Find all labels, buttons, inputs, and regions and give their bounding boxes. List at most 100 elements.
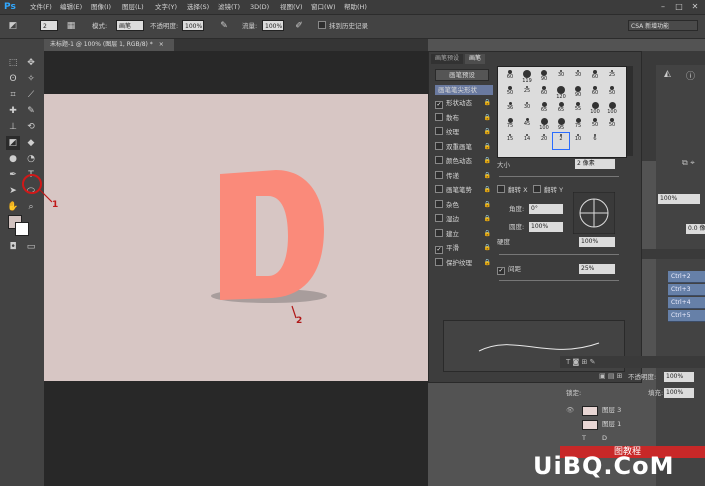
flip-x-checkbox[interactable]	[497, 185, 505, 193]
brush-tip[interactable]: 50	[604, 117, 620, 133]
lock-icon[interactable]: 🔒	[484, 127, 491, 137]
panel-footer-icons[interactable]: ▣ ▤ ⊞	[599, 372, 623, 380]
brush-option-item[interactable]: ✓ 平滑 🔒	[435, 243, 491, 254]
brush-tip[interactable]: 90	[570, 85, 586, 101]
flip-y-checkbox[interactable]	[533, 185, 541, 193]
lock-icon[interactable]: 🔒	[484, 258, 491, 268]
brush-option-checkbox[interactable]	[435, 156, 443, 164]
brush-tip[interactable]: 36	[502, 101, 518, 117]
brush-tip[interactable]: 30	[570, 69, 586, 85]
brush-tip[interactable]: 14	[519, 133, 535, 149]
brush-tip[interactable]: 75	[570, 117, 586, 133]
brush-tip[interactable]: 60	[536, 85, 552, 101]
brush-option-checkbox[interactable]: ✓	[435, 101, 443, 109]
histogram-icon[interactable]: ◭	[664, 69, 671, 79]
hardness-slider[interactable]	[499, 254, 619, 255]
brush-tip[interactable]: 60	[502, 69, 518, 85]
size-field[interactable]: 2 像素	[575, 159, 615, 169]
brush-tip[interactable]: 90	[536, 69, 552, 85]
layer-row[interactable]: T D	[560, 432, 705, 444]
brush-tip[interactable]: 95	[553, 117, 569, 133]
brush-tip[interactable]: 60	[587, 69, 603, 85]
brush-tip[interactable]: 25	[519, 85, 535, 101]
angle-field[interactable]: 0°	[529, 204, 563, 214]
brush-tip[interactable]: 119	[519, 69, 535, 85]
brush-tip[interactable]: 30	[553, 69, 569, 85]
brush-option-checkbox[interactable]	[435, 199, 443, 208]
roundness-field[interactable]: 100%	[529, 222, 563, 232]
lock-icon[interactable]: 🔒	[484, 98, 491, 108]
eye-icon[interactable]: 👁	[566, 404, 574, 416]
dock-pixel-field[interactable]: 0.0 像素	[686, 224, 705, 234]
channel-row[interactable]: Ctrl+4	[668, 297, 705, 309]
dock-percent-field[interactable]: 100%	[658, 194, 700, 204]
channel-row[interactable]: Ctrl+3	[668, 284, 705, 296]
brush-tip[interactable]: 2	[552, 132, 570, 150]
angle-roundness-widget[interactable]	[573, 192, 615, 234]
adjust-icons[interactable]: ⧉ ⌖	[682, 158, 695, 168]
spacing-option[interactable]: ✓ 间距	[497, 264, 521, 275]
brush-tip[interactable]: 25	[604, 69, 620, 85]
tab-brush[interactable]: 画笔	[465, 54, 486, 64]
brush-tip[interactable]: 50	[502, 85, 518, 101]
brush-option-checkbox[interactable]	[435, 228, 443, 237]
lock-icon[interactable]: 🔒	[484, 113, 491, 123]
lock-icon[interactable]: 🔒	[484, 171, 491, 181]
spacing-field[interactable]: 25%	[579, 264, 615, 274]
lock-icon[interactable]: 🔒	[484, 243, 491, 253]
brush-tip[interactable]: 55	[570, 101, 586, 117]
brush-option-checkbox[interactable]	[435, 257, 443, 266]
info-icon[interactable]: ⓘ	[686, 69, 695, 82]
fill-field[interactable]: 100%	[664, 388, 694, 398]
brush-option-item[interactable]: 散布 🔒	[435, 112, 491, 123]
brush-tip[interactable]: 30	[519, 101, 535, 117]
layer-filter-bar[interactable]: T ◙ ⊞ ✎	[560, 356, 705, 368]
brush-tip[interactable]: 20	[536, 133, 552, 149]
brush-tip[interactable]: 100	[587, 101, 603, 117]
brush-option-item[interactable]: 传递 🔒	[435, 170, 491, 181]
brush-option-item[interactable]: 保护纹理 🔒	[435, 257, 491, 268]
brush-tip[interactable]: 65	[553, 101, 569, 117]
brush-tip[interactable]: 75	[502, 117, 518, 133]
brush-tip-shape-item[interactable]: 画笔笔尖形状	[435, 85, 493, 95]
brush-tip[interactable]: 10	[570, 133, 586, 149]
hardness-field[interactable]: 100%	[579, 237, 615, 247]
layers-opacity-field[interactable]: 100%	[664, 372, 694, 382]
brush-option-checkbox[interactable]	[435, 112, 443, 121]
size-slider[interactable]	[499, 176, 619, 177]
brush-tip[interactable]: 45	[519, 117, 535, 133]
brush-option-item[interactable]: 纹理 🔒	[435, 127, 491, 137]
brush-option-checkbox[interactable]	[435, 170, 443, 179]
brush-presets-button[interactable]: 画笔预设	[435, 69, 489, 81]
flip-y-option[interactable]: 翻转 Y	[533, 185, 563, 195]
brush-option-checkbox[interactable]	[435, 127, 443, 135]
channel-row[interactable]: Ctrl+5	[668, 310, 705, 322]
lock-icon[interactable]: 🔒	[484, 142, 491, 152]
tab-brush-presets[interactable]: 画笔预设	[431, 54, 464, 64]
brush-tip[interactable]: 100	[604, 101, 620, 117]
spacing-slider[interactable]	[499, 280, 619, 281]
brush-tip[interactable]: 50	[587, 117, 603, 133]
brush-option-item[interactable]: 建立 🔒	[435, 228, 491, 239]
brush-tip[interactable]: 50	[604, 85, 620, 101]
brush-option-item[interactable]: 双重画笔 🔒	[435, 141, 491, 152]
brush-tip[interactable]: 15	[502, 133, 518, 149]
flip-x-option[interactable]: 翻转 X	[497, 185, 528, 195]
brush-tip[interactable]: 65	[536, 101, 552, 117]
brush-option-item[interactable]: 杂色 🔒	[435, 199, 491, 210]
brush-tip[interactable]: 60	[587, 85, 603, 101]
lock-icon[interactable]: 🔒	[484, 156, 491, 166]
lock-icon[interactable]: 🔒	[484, 185, 491, 195]
brush-option-checkbox[interactable]: ✓	[435, 246, 443, 254]
brush-option-checkbox[interactable]	[435, 214, 443, 222]
brush-tip[interactable]: 100	[536, 117, 552, 133]
brush-option-item[interactable]: 画笔笔势 🔒	[435, 185, 491, 195]
brush-option-checkbox[interactable]	[435, 185, 443, 193]
brush-option-item[interactable]: 湿边 🔒	[435, 214, 491, 224]
brush-option-item[interactable]: ✓ 形状动态 🔒	[435, 98, 491, 109]
lock-icon[interactable]: 🔒	[484, 229, 491, 239]
brush-tip[interactable]: 120	[553, 85, 569, 101]
spacing-checkbox[interactable]: ✓	[497, 267, 505, 275]
layer-row[interactable]: 👁 图层 3	[560, 404, 705, 416]
channel-row[interactable]: Ctrl+2	[668, 271, 705, 283]
